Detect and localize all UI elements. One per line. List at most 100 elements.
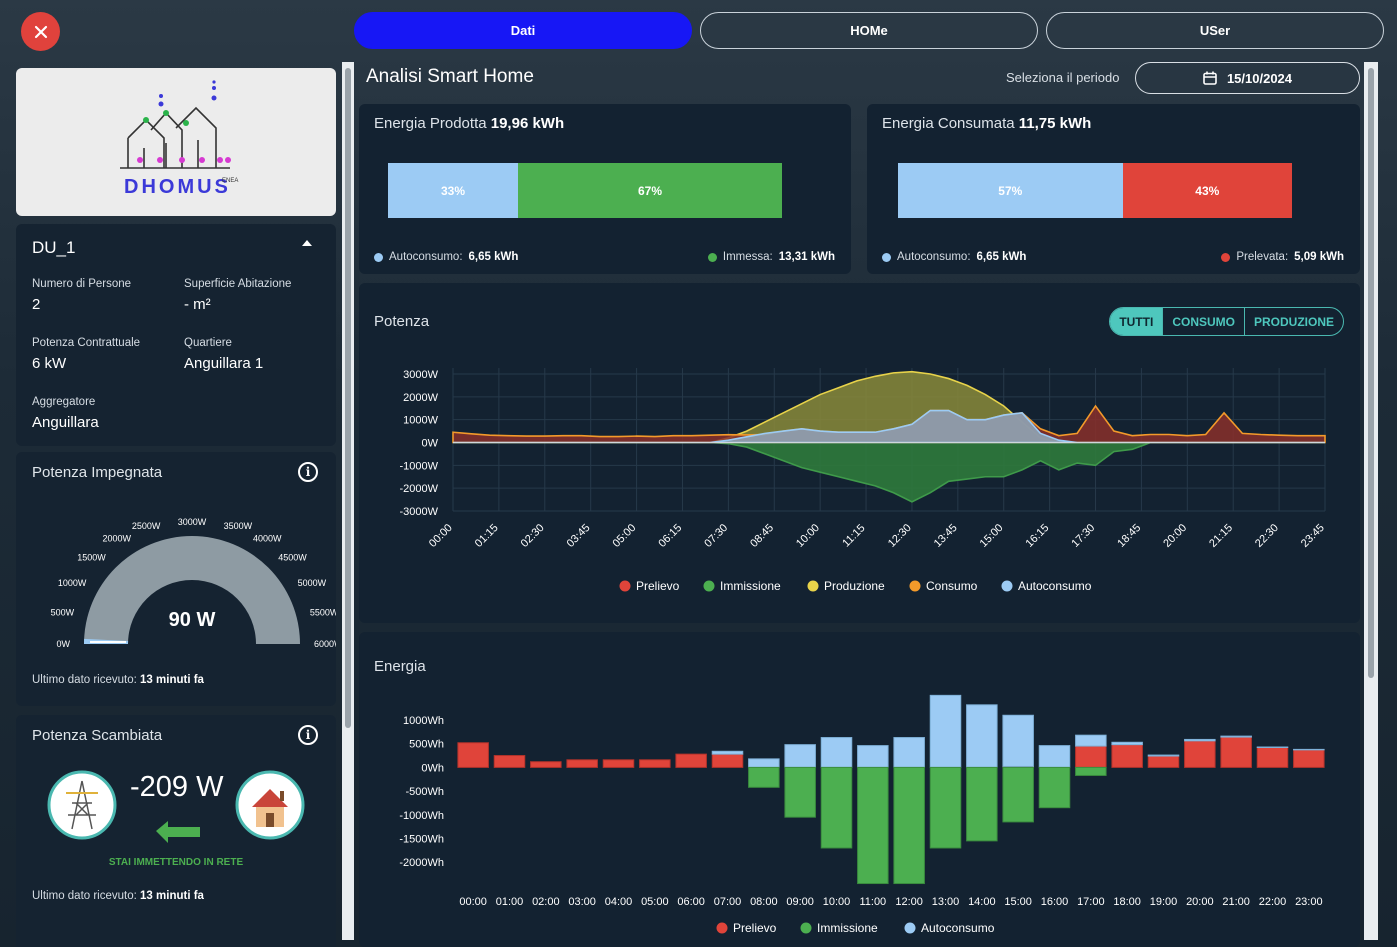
bar-autoconsumo xyxy=(1184,738,1216,742)
bar-autoconsumo xyxy=(820,737,853,768)
x-tick-label: 04:00 xyxy=(605,896,633,908)
x-tick-label: 22:00 xyxy=(1259,896,1287,908)
gauge-tick-label: 6000W xyxy=(314,639,336,649)
persons-field: Numero di Persone 2 xyxy=(32,278,131,313)
energy-consumed-title: Energia Consumata 11,75 kWh xyxy=(882,115,1091,132)
area-value: - m² xyxy=(184,296,211,313)
area-field: Superficie Abitazione - m² xyxy=(184,278,291,313)
gauge-value: 90 W xyxy=(169,609,216,631)
legend-dot xyxy=(619,580,631,592)
x-tick-label: 08:00 xyxy=(750,896,778,908)
tab-user[interactable]: USer xyxy=(1046,12,1384,49)
bar-autoconsumo xyxy=(1111,741,1143,746)
x-tick-label: 12:30 xyxy=(886,522,914,550)
x-tick-label: 13:45 xyxy=(932,522,960,550)
x-tick-label: 23:00 xyxy=(1295,896,1323,908)
energy-produced-panel: Energia Prodotta 19,96 kWh 33% 67% Autoc… xyxy=(359,104,851,274)
bar-autoconsumo xyxy=(1038,745,1071,768)
bar-prelievo xyxy=(1111,744,1143,768)
bar-immissione xyxy=(784,766,816,818)
info-icon[interactable]: i xyxy=(298,725,318,745)
gauge-tick-label: 2000W xyxy=(102,533,131,543)
legend-label: Prelievo xyxy=(636,579,680,593)
aggregator-label: Aggregatore xyxy=(32,396,96,408)
x-tick-label: 05:00 xyxy=(610,522,638,550)
x-tick-label: 11:15 xyxy=(840,522,867,549)
contract-power-field: Potenza Contrattuale 6 kW xyxy=(32,337,140,372)
bar-prelievo xyxy=(1256,746,1289,768)
bar-autoconsumo xyxy=(1220,735,1252,738)
bar-immissione xyxy=(748,766,780,788)
x-tick-label: 20:00 xyxy=(1161,522,1189,550)
gauge-tick-label: 5000W xyxy=(298,578,327,588)
y-tick-label: -3000W xyxy=(399,506,438,518)
sidebar-scrollbar-thumb[interactable] xyxy=(345,68,351,728)
bar-autoconsumo xyxy=(929,694,962,768)
info-icon[interactable]: i xyxy=(298,462,318,482)
power-chart: 3000W 2000W 1000W 0W -1000W -2000W -3000W 00:00… xyxy=(399,368,1327,593)
period-label: Seleziona il periodo xyxy=(1006,70,1120,85)
x-tick-label: 03:00 xyxy=(568,896,596,908)
contract-power-label: Potenza Contrattuale xyxy=(32,337,141,349)
legend-dot xyxy=(909,580,921,592)
legend-label: Produzione xyxy=(824,579,885,593)
bar-autoconsumo xyxy=(966,704,998,768)
bar-immissione xyxy=(1002,766,1034,823)
bar-immissione xyxy=(893,766,925,885)
legend-label: Autoconsumo xyxy=(1018,579,1092,593)
calendar-icon xyxy=(1203,71,1217,85)
legend-label: Prelevata: xyxy=(1236,251,1289,263)
legend-dot xyxy=(1001,580,1013,592)
committed-last-data: Ultimo dato ricevuto: 13 minuti fa xyxy=(32,674,204,686)
legend-label: Consumo xyxy=(926,579,978,593)
x-tick-label: 22:30 xyxy=(1253,522,1281,550)
legend-label: Autoconsumo: xyxy=(389,251,463,263)
y-tick-label: -2000Wh xyxy=(399,857,444,869)
date-picker[interactable]: 15/10/2024 xyxy=(1135,62,1360,94)
bar-autoconsumo xyxy=(1075,734,1107,747)
bar-autoconsumo xyxy=(893,737,925,768)
x-tick-label: 14:00 xyxy=(968,896,996,908)
gauge-tick-label: 1500W xyxy=(77,553,106,563)
x-tick-label: 07:30 xyxy=(702,522,730,550)
legend-label: Prelievo xyxy=(733,921,777,935)
legend-dot xyxy=(800,922,812,934)
bar-immissione xyxy=(857,766,889,885)
tab-home[interactable]: HOMe xyxy=(700,12,1038,49)
district-label: Quartiere xyxy=(184,337,232,349)
bar-immissione xyxy=(1075,766,1107,776)
bar-prelievo xyxy=(639,759,671,768)
x-tick-label: 07:00 xyxy=(714,896,742,908)
power-gauge: 90 W 0W 500W 1000W 1500W 2000W2500W 3000W 3500W… xyxy=(51,517,336,649)
x-tick-label: 21:00 xyxy=(1222,896,1250,908)
tab-dati[interactable]: Dati xyxy=(354,12,692,49)
legend-dot xyxy=(374,252,383,262)
last-data-value: 13 minuti fa xyxy=(140,890,204,902)
energy-produced-total: 19,96 kWh xyxy=(490,115,565,132)
energy-consumed-label: Energia Consumata xyxy=(882,115,1015,132)
bar-prelievo xyxy=(1220,736,1252,768)
top-navigation: Dati HOMe USer xyxy=(354,12,1384,49)
x-tick-label: 20:00 xyxy=(1186,896,1214,908)
x-tick-label: 01:00 xyxy=(496,896,524,908)
consumed-drawn-segment: 43% xyxy=(1122,163,1292,218)
x-tick-label: 05:00 xyxy=(641,896,669,908)
collapse-caret-icon[interactable] xyxy=(302,240,312,246)
aggregator-field: Aggregatore Anguillara xyxy=(32,396,99,431)
exchanged-last-data: Ultimo dato ricevuto: 13 minuti fa xyxy=(32,890,204,902)
gauge-tick-label: 3500W xyxy=(224,521,253,531)
last-data-label: Ultimo dato ricevuto: xyxy=(32,890,137,902)
legend-value: 5,09 kWh xyxy=(1294,251,1344,263)
close-icon xyxy=(34,25,47,38)
x-tick-label: 10:00 xyxy=(794,522,822,550)
household-title: DU_1 xyxy=(32,238,76,257)
x-tick-label: 19:00 xyxy=(1150,896,1178,908)
close-button[interactable] xyxy=(21,12,60,51)
main-scrollbar-thumb[interactable] xyxy=(1368,68,1374,678)
x-tick-label: 16:00 xyxy=(1041,896,1069,908)
page-title: Analisi Smart Home xyxy=(366,66,534,87)
y-tick-label: 500Wh xyxy=(409,739,444,751)
bar-prelievo xyxy=(493,755,526,768)
grid-icon xyxy=(47,770,117,840)
area-label: Superficie Abitazione xyxy=(184,278,292,290)
